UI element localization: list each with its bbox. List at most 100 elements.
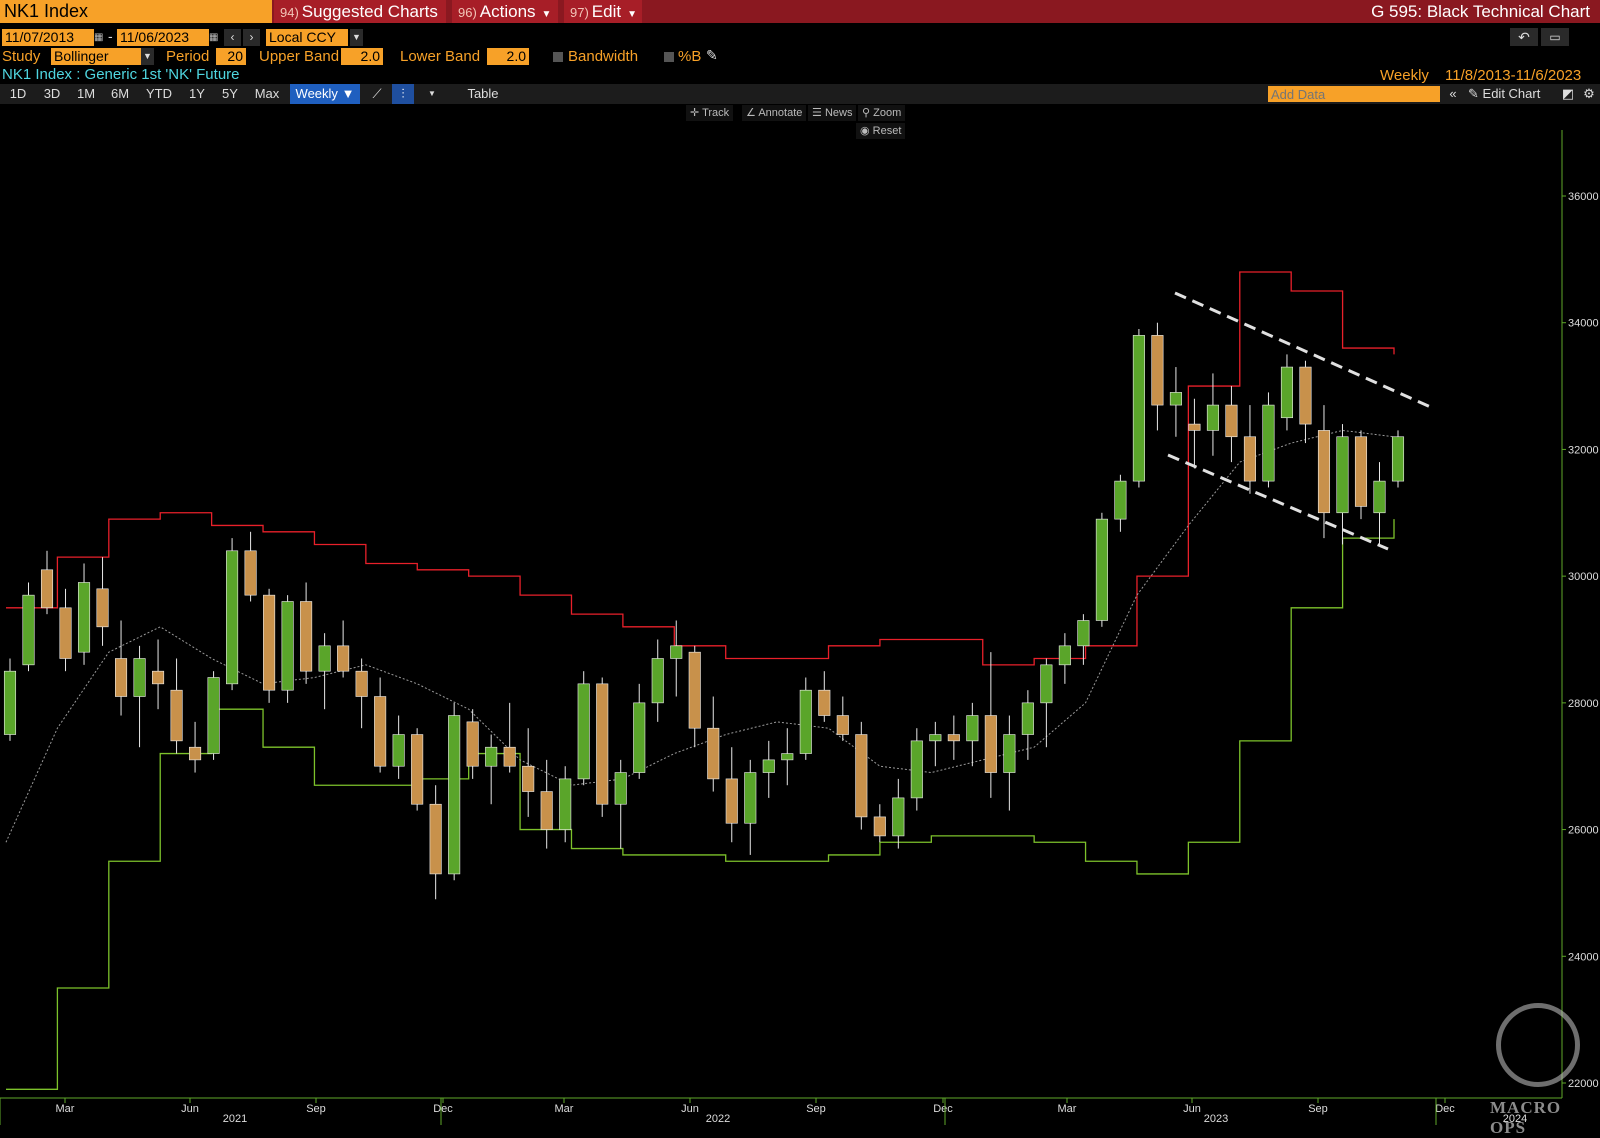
chevron-left-icon[interactable]: ‹ xyxy=(224,29,241,46)
window-icon[interactable]: ▭ xyxy=(1541,28,1569,46)
x-month-label: Jun xyxy=(1183,1103,1201,1115)
period-5y-button[interactable]: 5Y xyxy=(216,84,244,104)
candle-body xyxy=(77,582,91,653)
track-button[interactable]: ✛ Track xyxy=(686,105,734,121)
zoom-button[interactable]: ⚲ Zoom xyxy=(858,105,906,121)
y-tick-label: 28000 xyxy=(1568,698,1599,710)
candle-body xyxy=(1132,335,1145,482)
candle-body xyxy=(1040,664,1053,704)
candle-body xyxy=(281,601,294,691)
period-1d-button[interactable]: 1D xyxy=(4,84,32,104)
period-input[interactable]: 20 xyxy=(216,48,246,65)
line-chart-icon[interactable]: ⟋ xyxy=(366,84,388,104)
pctb-checkbox[interactable] xyxy=(664,52,674,62)
period-3d-button[interactable]: 3D xyxy=(38,84,66,104)
chevron-right-icon[interactable]: › xyxy=(243,29,260,46)
candle-body xyxy=(207,677,220,754)
news-button[interactable]: ☰ News xyxy=(808,105,857,121)
suggested-charts-menu[interactable]: 94) Suggested Charts xyxy=(274,0,446,23)
candle-body xyxy=(633,702,646,773)
menu-number: 94) xyxy=(280,5,299,20)
candle-body xyxy=(485,746,498,767)
candle-body xyxy=(40,569,54,609)
x-month-label: Dec xyxy=(433,1103,453,1115)
chart-type-dropdown-icon[interactable]: ▼ xyxy=(424,84,440,104)
edit-chart-label: Edit Chart xyxy=(1482,86,1541,101)
calendar-icon[interactable]: ▦ xyxy=(94,29,106,46)
candle-chart-icon[interactable]: ⫶ xyxy=(392,84,414,104)
annotate-icon: ∠ xyxy=(746,107,756,119)
gear-icon[interactable]: ⚙ xyxy=(1580,84,1598,104)
candle-body xyxy=(577,683,590,780)
x-month-label: Mar xyxy=(555,1103,574,1115)
candle-body xyxy=(152,670,165,685)
menu-label: Actions xyxy=(479,2,536,21)
date-range-label: 11/8/2013-11/6/2023 xyxy=(1445,67,1582,84)
study-select[interactable]: Bollinger xyxy=(51,48,141,65)
x-year-label: 2021 xyxy=(223,1113,247,1125)
candle-body xyxy=(929,734,942,742)
bandwidth-checkbox[interactable] xyxy=(553,52,563,62)
study-value: Bollinger xyxy=(54,48,109,64)
add-data-input[interactable] xyxy=(1268,86,1440,102)
calendar-icon[interactable]: ▦ xyxy=(209,29,221,46)
candle-body xyxy=(96,588,109,628)
news-icon: ☰ xyxy=(812,107,822,119)
y-tick-label: 32000 xyxy=(1568,444,1599,456)
candle-body xyxy=(133,658,146,697)
news-label: News xyxy=(824,107,853,119)
candle-body xyxy=(429,803,442,875)
period-1y-button[interactable]: 1Y xyxy=(183,84,211,104)
period-1m-button[interactable]: 1M xyxy=(72,84,100,104)
menu-label: Edit xyxy=(591,2,622,21)
period-max-button[interactable]: Max xyxy=(250,84,284,104)
pencil-icon[interactable]: ✎ xyxy=(706,47,718,64)
ticker-field[interactable]: NK1 Index xyxy=(0,0,272,23)
security-description: NK1 Index : Generic 1st 'NK' Future xyxy=(2,66,240,83)
candle-body xyxy=(1225,404,1238,438)
candle-body xyxy=(947,734,960,742)
candle-body xyxy=(244,550,257,596)
reset-button[interactable]: ◉ Reset xyxy=(856,123,906,139)
period-ytd-button[interactable]: YTD xyxy=(142,84,176,104)
price-chart[interactable]: 22000 24000 26000 28000 30000 32000 34000 36000… xyxy=(0,0,1600,1125)
candle-body xyxy=(503,746,516,767)
candlesticks xyxy=(3,322,1405,900)
lower-band-line xyxy=(6,519,1395,1090)
candle-body xyxy=(762,759,775,773)
currency-text: Local CCY xyxy=(269,29,336,45)
x-month-label: Dec xyxy=(933,1103,953,1115)
candle-body xyxy=(984,715,997,773)
candle-body xyxy=(170,689,183,742)
candle-body xyxy=(374,696,387,767)
annotate-button[interactable]: ∠ Annotate xyxy=(742,105,807,121)
undo-icon[interactable]: ↶ xyxy=(1510,28,1538,46)
candle-body xyxy=(1206,404,1219,431)
menu-label: Suggested Charts xyxy=(301,2,438,21)
currency-select[interactable]: Local CCY xyxy=(266,29,348,46)
study-dropdown-icon[interactable]: ▼ xyxy=(141,48,154,65)
track-label: Track xyxy=(702,107,730,119)
table-button[interactable]: Table xyxy=(458,84,508,104)
end-date-field[interactable]: 11/06/2023 xyxy=(117,29,209,46)
upper-band-input[interactable]: 2.0 xyxy=(341,48,383,65)
start-date-field[interactable]: 11/07/2013 xyxy=(2,29,94,46)
edit-menu[interactable]: 97) Edit ▼ xyxy=(564,0,642,23)
candle-body xyxy=(799,689,812,754)
y-tick-label: 26000 xyxy=(1568,825,1599,837)
lower-band-input[interactable]: 2.0 xyxy=(487,48,529,65)
period-6m-button[interactable]: 6M xyxy=(106,84,134,104)
edit-chart-button[interactable]: ✎ Edit Chart xyxy=(1468,84,1558,104)
candle-body xyxy=(707,727,720,780)
x-month-label: Jun xyxy=(681,1103,699,1115)
candle-body xyxy=(1188,423,1201,431)
candle-body xyxy=(614,772,627,805)
currency-dropdown-icon[interactable]: ▼ xyxy=(350,29,363,46)
layout-icon[interactable]: ◩ xyxy=(1560,84,1576,104)
frequency-select[interactable]: Weekly ▼ xyxy=(290,84,360,104)
pctb-label: %B xyxy=(678,48,702,65)
actions-menu[interactable]: 96) Actions ▼ xyxy=(452,0,558,23)
candle-body xyxy=(1354,436,1368,507)
y-tick-label: 36000 xyxy=(1568,191,1599,203)
double-chevron-left-icon[interactable]: « xyxy=(1444,84,1462,104)
